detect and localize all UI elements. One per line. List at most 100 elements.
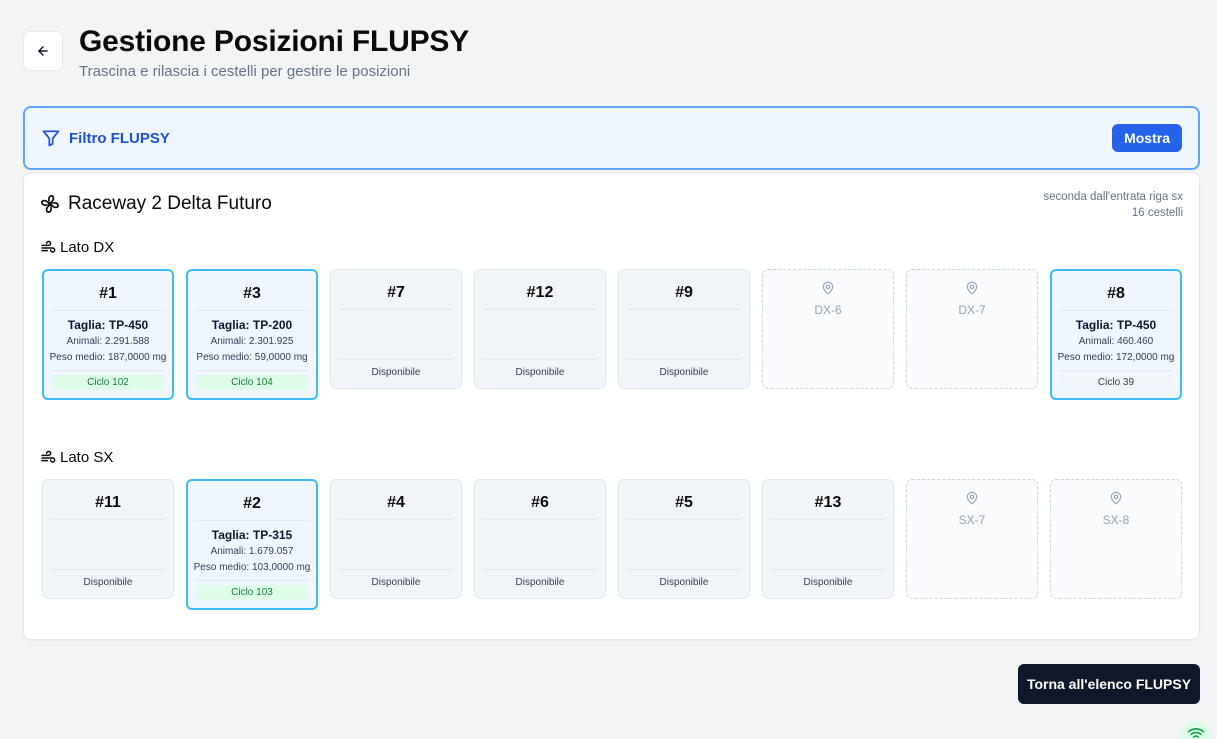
basket-number: #7 [387, 284, 405, 301]
page-title: Gestione Posizioni FLUPSY [79, 25, 470, 58]
basket-avg-weight: Peso medio: 172,0000 mg [1057, 352, 1175, 363]
basket-status: Disponibile [515, 577, 565, 588]
divider [627, 359, 741, 360]
basket-card[interactable]: #13 Disponibile [762, 479, 894, 599]
divider [51, 310, 165, 311]
basket-status: Disponibile [371, 577, 421, 588]
empty-position[interactable]: DX-6 [762, 269, 894, 389]
basket-number: #8 [1107, 285, 1125, 302]
back-button[interactable] [23, 31, 63, 71]
divider [339, 359, 453, 360]
basket-card[interactable]: #7 Disponibile [330, 269, 462, 389]
slot-grid-dx: #1 Taglia: TP-450 Animali: 2.291.588 Peso m… [42, 269, 1182, 400]
position-label: SX-8 [1102, 513, 1130, 527]
divider [771, 569, 885, 570]
basket-animals: Animali: 1.679.057 [210, 546, 294, 557]
basket-number: #12 [526, 284, 554, 301]
side-label: Lato DX [60, 239, 115, 256]
basket-card[interactable]: #12 Disponibile [474, 269, 606, 389]
basket-number: #6 [531, 494, 549, 511]
divider [51, 370, 165, 371]
basket-card[interactable]: #11 Disponibile [42, 479, 174, 599]
basket-size: Taglia: TP-200 [211, 318, 293, 332]
divider [483, 569, 597, 570]
basket-animals: Animali: 460.460 [1078, 336, 1154, 347]
divider [1059, 370, 1173, 371]
basket-avg-weight: Peso medio: 103,0000 mg [193, 562, 311, 573]
basket-status: Disponibile [371, 367, 421, 378]
position-label: DX-7 [958, 303, 986, 317]
basket-animals: Animali: 2.301.925 [210, 336, 294, 347]
show-filter-button[interactable]: Mostra [1112, 124, 1182, 152]
side-header-dx: Lato DX [40, 239, 114, 256]
divider [339, 519, 453, 520]
basket-card[interactable]: #4 Disponibile [330, 479, 462, 599]
basket-number: #3 [243, 285, 261, 302]
basket-number: #9 [675, 284, 693, 301]
divider [51, 519, 165, 520]
map-pin-icon [821, 280, 835, 301]
cycle-badge: Ciclo 102 [53, 375, 163, 390]
fan-icon [41, 195, 59, 213]
wifi-icon[interactable] [1181, 721, 1211, 739]
page-header: Gestione Posizioni FLUPSY Trascina e ril… [23, 26, 469, 80]
basket-size: Taglia: TP-450 [67, 318, 149, 332]
map-pin-icon [1109, 490, 1123, 511]
page-subtitle: Trascina e rilascia i cestelli per gesti… [79, 63, 411, 80]
divider [483, 359, 597, 360]
basket-status: Disponibile [515, 367, 565, 378]
basket-status: Disponibile [83, 577, 133, 588]
basket-status: Disponibile [659, 577, 709, 588]
cycle-badge: Ciclo 104 [197, 375, 307, 390]
filter-panel[interactable]: Filtro FLUPSY Mostra [23, 106, 1200, 170]
side-label: Lato SX [60, 449, 114, 466]
empty-position[interactable]: SX-8 [1050, 479, 1182, 599]
divider [339, 569, 453, 570]
basket-status: Disponibile [803, 577, 853, 588]
basket-size: Taglia: TP-450 [1075, 318, 1157, 332]
basket-card[interactable]: #3 Taglia: TP-200 Animali: 2.301.925 Peso m… [186, 269, 318, 400]
basket-number: #2 [243, 495, 261, 512]
divider [483, 519, 597, 520]
basket-avg-weight: Peso medio: 59,0000 mg [196, 352, 308, 363]
empty-position[interactable]: DX-7 [906, 269, 1038, 389]
divider [195, 520, 309, 521]
basket-avg-weight: Peso medio: 187,0000 mg [49, 352, 167, 363]
divider [1059, 310, 1173, 311]
raceway-card: Raceway 2 Delta Futuro seconda dall'entr… [23, 172, 1200, 640]
empty-position[interactable]: SX-7 [906, 479, 1038, 599]
basket-number: #5 [675, 494, 693, 511]
basket-card[interactable]: #2 Taglia: TP-315 Animali: 1.679.057 Peso m… [186, 479, 318, 610]
back-to-list-button[interactable]: Torna all'elenco FLUPSY [1018, 664, 1200, 704]
wind-icon [41, 240, 56, 253]
raceway-title: Raceway 2 Delta Futuro [68, 193, 272, 214]
raceway-count: 16 cestelli [1131, 207, 1183, 219]
map-pin-icon [965, 490, 979, 511]
map-pin-icon [965, 280, 979, 301]
cycle-badge: Ciclo 103 [197, 585, 307, 600]
basket-card[interactable]: #5 Disponibile [618, 479, 750, 599]
divider [771, 519, 885, 520]
wind-icon [41, 450, 56, 463]
slot-grid-sx: #11 Disponibile #2 Taglia: TP-315 Animali: 1… [42, 479, 1182, 610]
divider [627, 569, 741, 570]
divider [51, 569, 165, 570]
divider [195, 310, 309, 311]
basket-card[interactable]: #1 Taglia: TP-450 Animali: 2.291.588 Peso m… [42, 269, 174, 400]
raceway-location: seconda dall'entrata riga sx [1043, 191, 1183, 203]
cycle-badge: Ciclo 39 [1061, 375, 1171, 390]
divider [627, 309, 741, 310]
raceway-meta: seconda dall'entrata riga sx 16 cestelli [1043, 189, 1183, 221]
basket-status: Disponibile [659, 367, 709, 378]
arrow-left-icon [38, 46, 48, 56]
basket-number: #4 [387, 494, 405, 511]
position-label: SX-7 [958, 513, 986, 527]
filter-label: Filtro FLUPSY [69, 129, 170, 147]
basket-animals: Animali: 2.291.588 [66, 336, 150, 347]
basket-number: #1 [99, 285, 117, 302]
basket-card[interactable]: #9 Disponibile [618, 269, 750, 389]
basket-card[interactable]: #8 Taglia: TP-450 Animali: 460.460 Peso med… [1050, 269, 1182, 400]
basket-card[interactable]: #6 Disponibile [474, 479, 606, 599]
basket-number: #13 [814, 494, 842, 511]
divider [627, 519, 741, 520]
